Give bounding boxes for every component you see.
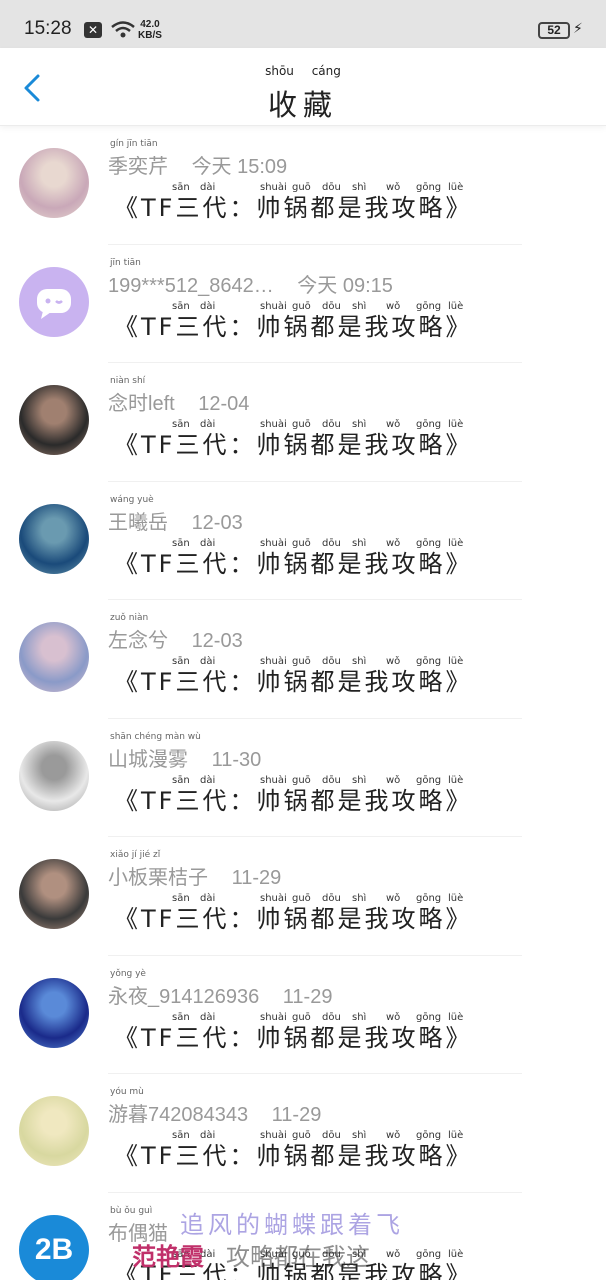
item-title: 《TF三代：帅锅都是我攻略》 [114,312,473,341]
avatar-avatar-photo-icon[interactable] [19,977,89,1048]
sender-name-ruby: gín jīn tiān [110,139,158,149]
item-title: 《TF三代：帅锅都是我攻略》 [114,194,473,222]
message-time: 12-03 [191,630,243,652]
avatar-badge-text: 2B [34,1232,74,1266]
sender-name: 山城漫雾 [108,748,188,771]
sender-name: 小板栗桔子 [108,867,208,889]
battery-level: 52 [547,23,561,37]
sender-row: 山城漫雾 11-30 [108,743,261,772]
list-item[interactable]: yóu mù 游暮742084343 11-29 sān dài shuài guō d… [0,1074,606,1193]
list-item[interactable]: xiǎo jí jié zǐ 小板栗桔子 11-29 sān dài shuài gu… [0,837,606,956]
avatar-avatar-photo-icon[interactable] [19,622,89,692]
sender-name: 王曦岳 [108,511,168,534]
message-time: 11-29 [282,985,333,1008]
sender-row: 季奕芹 今天 15:09 [108,150,287,179]
message-time: 12-03 [191,511,243,534]
item-title: 《TF三代：帅锅都是我攻略》 [114,549,473,578]
network-speed: 42.0 KB/S [138,19,162,41]
sender-row: 游暮742084343 11-29 [108,1098,321,1127]
sender-row: 左念兮 12-03 [108,624,243,653]
list-item[interactable]: jīn tiān 199***512_8642… 今天 09:15 sān dài… [0,245,606,363]
sender-row: 199***512_8642… 今天 09:15 [108,269,393,298]
avatar-avatar-photo-icon[interactable] [19,1096,89,1166]
item-title: 《TF三代：帅锅都是我攻略》 [114,1023,473,1052]
item-title: 《TF三代：帅锅都是我攻略》 [114,905,473,933]
sender-row: 小板栗桔子 11-29 [108,861,281,890]
sender-name-ruby: yóu mù [110,1087,144,1097]
message-time: 11-29 [231,867,282,889]
favorites-list: gín jīn tiān 季奕芹 今天 15:09 sān dài shuài guō… [0,126,606,1280]
page-title: 收藏 [267,88,338,122]
avatar-avatar-photo-icon[interactable] [19,740,89,811]
list-item[interactable]: gín jīn tiān 季奕芹 今天 15:09 sān dài shuài guō… [0,126,606,245]
avatar-avatar-photo-icon[interactable] [19,385,89,455]
status-bar: 15:28 ✕ 42.0 KB/S 52 ⚡ [0,0,606,48]
sender-name: 季奕芹 [108,156,168,178]
sender-name-ruby: xiǎo jí jié zǐ [110,850,161,860]
network-speed-value: 42.0 [140,19,160,30]
sender-name-ruby: bù ǒu guì [110,1205,153,1216]
sender-name-ruby: yǒng yè [110,968,146,979]
message-time: 今天 09:15 [297,274,393,297]
avatar-avatar-photo-icon[interactable] [19,148,89,218]
sender-name-ruby: jīn tiān [110,257,141,268]
avatar-avatar-photo-icon[interactable] [19,503,89,574]
sender-name-ruby: wáng yuè [110,494,154,505]
item-title: 《TF三代：帅锅都是我攻略》 [114,431,473,459]
avatar-chat-bubble-icon[interactable] [19,266,89,337]
battery-icon: 52 [538,22,570,39]
sender-row: 布偶猫 [108,1217,186,1246]
sender-name: 左念兮 [108,630,168,652]
message-time: 11-29 [271,1104,322,1126]
message-time: 今天 15:09 [191,156,288,178]
network-speed-unit: KB/S [138,30,162,41]
list-item[interactable]: 2B bù ǒu guì 布偶猫 sān dài shuài guō dōu shì wǒ g… [0,1193,606,1280]
list-item[interactable]: zuǒ niàn 左念兮 12-03 sān dài shuài guō dōu shì w… [0,600,606,719]
sender-name-ruby: zuǒ niàn [110,613,149,623]
page-title-ruby: shōu cáng [265,64,341,78]
sender-name: 念时left [108,393,175,415]
sender-name: 游暮742084343 [108,1104,249,1126]
message-time: 12-04 [198,393,250,415]
sender-name-ruby: shān chéng màn wù [110,731,201,742]
list-item[interactable]: yǒng yè 永夜_914126936 11-29 sān dài shuài gu… [0,956,606,1074]
sender-name: 永夜_914126936 [108,985,260,1008]
sender-name-ruby: niàn shí [110,376,146,386]
item-title: 《TF三代：帅锅都是我攻略》 [114,786,473,815]
wifi-icon [111,21,135,38]
chat-bubble-icon [37,288,71,319]
avatar-avatar-badge-icon[interactable]: 2B [19,1214,89,1280]
sender-row: 念时left 12-04 [108,387,249,416]
sender-row: 永夜_914126936 11-29 [108,980,332,1009]
list-item[interactable]: shān chéng màn wù 山城漫雾 11-30 sān dài shuài… [0,719,606,837]
sender-name: 199***512_8642… [108,274,274,297]
avatar-avatar-photo-icon[interactable] [19,859,89,929]
item-title: 《TF三代：帅锅都是我攻略》 [114,1260,473,1280]
charging-icon: ⚡ [573,21,583,37]
list-item[interactable]: wáng yuè 王曦岳 12-03 sān dài shuài guō dōu shì w… [0,482,606,600]
sender-name: 布偶猫 [108,1222,168,1245]
item-title: 《TF三代：帅锅都是我攻略》 [114,1142,473,1170]
notification-icon: ✕ [84,22,102,38]
message-time: 11-30 [211,748,262,771]
item-title: 《TF三代：帅锅都是我攻略》 [114,668,473,696]
sender-row: 王曦岳 12-03 [108,506,243,535]
status-time: 15:28 [24,18,72,39]
header: shōu cáng 收藏 [0,48,606,126]
list-item[interactable]: niàn shí 念时left 12-04 sān dài shuài guō dōu s… [0,363,606,482]
